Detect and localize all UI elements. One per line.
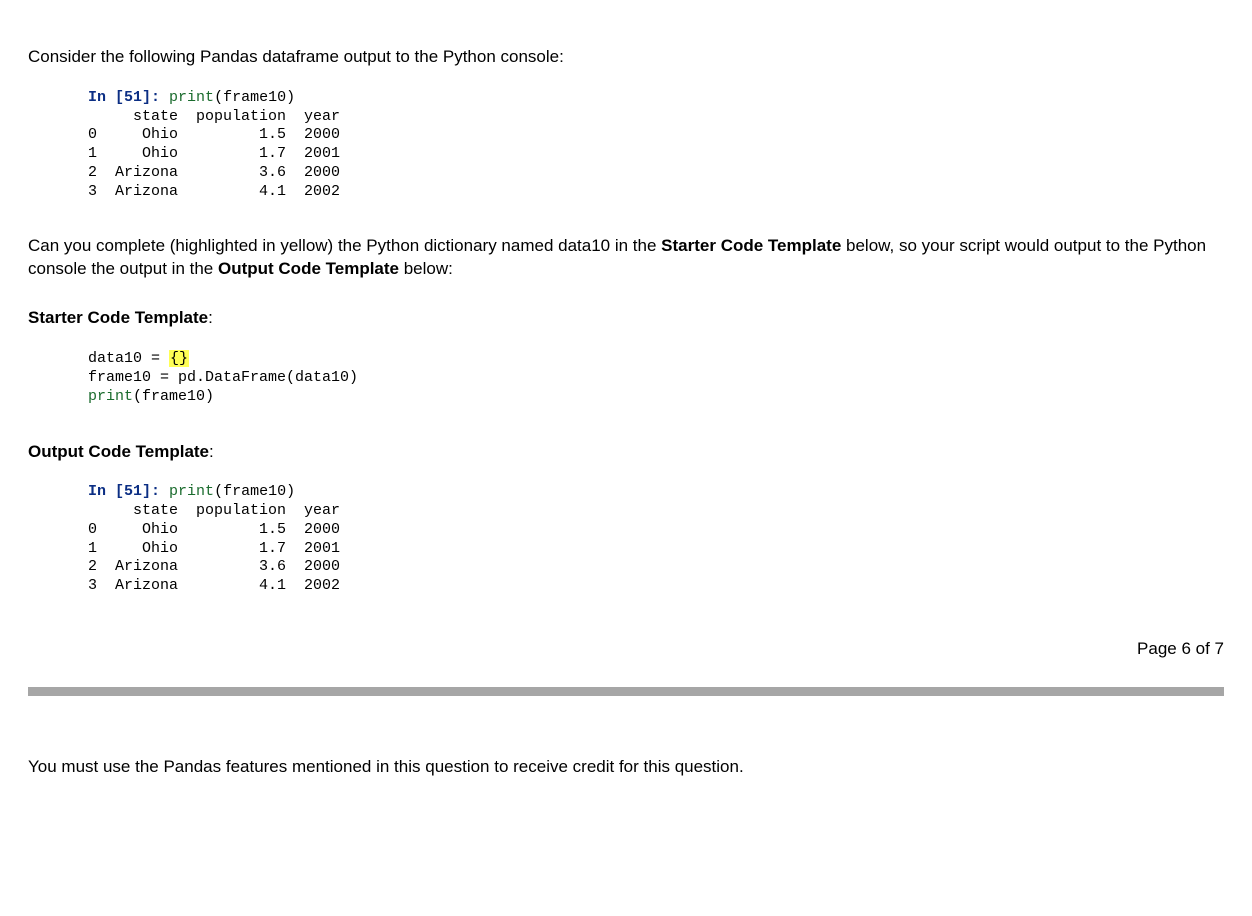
starter-print-kw: print [88,388,133,405]
df-row-1-2: 1 Ohio 1.7 2001 [88,540,340,557]
in-close-2: ]: [142,483,169,500]
console-output-1: In [51]: print(frame10) state population… [88,89,1224,202]
in-number: 51 [124,89,142,106]
df-row-3-2: 3 Arizona 4.1 2002 [88,577,340,594]
starter-heading: Starter Code Template: [28,307,1224,330]
print-keyword: print [169,89,214,106]
print-arg-open-2: ( [214,483,223,500]
starter-print-args: (frame10) [133,388,214,405]
in-label-2: In [ [88,483,124,500]
in-close: ]: [142,89,169,106]
print-arg-open: ( [214,89,223,106]
df-row-2: 2 Arizona 3.6 2000 [88,164,340,181]
question-part-1: Can you complete (highlighted in yellow)… [28,236,661,255]
output-heading: Output Code Template: [28,441,1224,464]
df-header-2: state population year [88,502,340,519]
df-row-0-2: 0 Ohio 1.5 2000 [88,521,340,538]
in-label: In [ [88,89,124,106]
console-output-2: In [51]: print(frame10) state population… [88,483,1224,596]
starter-heading-label: Starter Code Template [28,308,208,327]
df-header: state population year [88,108,340,125]
df-row-3: 3 Arizona 4.1 2002 [88,183,340,200]
print-arg-2: frame10 [223,483,286,500]
starter-code-block: data10 = {} frame10 = pd.DataFrame(data1… [88,350,1224,406]
df-row-0: 0 Ohio 1.5 2000 [88,126,340,143]
page-number: Page 6 of 7 [28,638,1224,661]
footer-note: You must use the Pandas features mention… [28,756,1224,779]
starter-bold: Starter Code Template [661,236,841,255]
output-heading-label: Output Code Template [28,442,209,461]
print-arg: frame10 [223,89,286,106]
print-arg-close: ) [286,89,295,106]
in-number-2: 51 [124,483,142,500]
output-heading-colon: : [209,442,214,461]
question-paragraph: Can you complete (highlighted in yellow)… [28,235,1224,281]
print-keyword-2: print [169,483,214,500]
intro-text: Consider the following Pandas dataframe … [28,46,1224,69]
starter-line2: frame10 = pd.DataFrame(data10) [88,369,358,386]
question-part-3: below: [399,259,453,278]
page-separator [28,687,1224,696]
starter-highlight: {} [169,350,189,367]
df-row-1: 1 Ohio 1.7 2001 [88,145,340,162]
starter-heading-colon: : [208,308,213,327]
starter-line1a: data10 = [88,350,169,367]
print-arg-close-2: ) [286,483,295,500]
output-bold: Output Code Template [218,259,399,278]
df-row-2-2: 2 Arizona 3.6 2000 [88,558,340,575]
